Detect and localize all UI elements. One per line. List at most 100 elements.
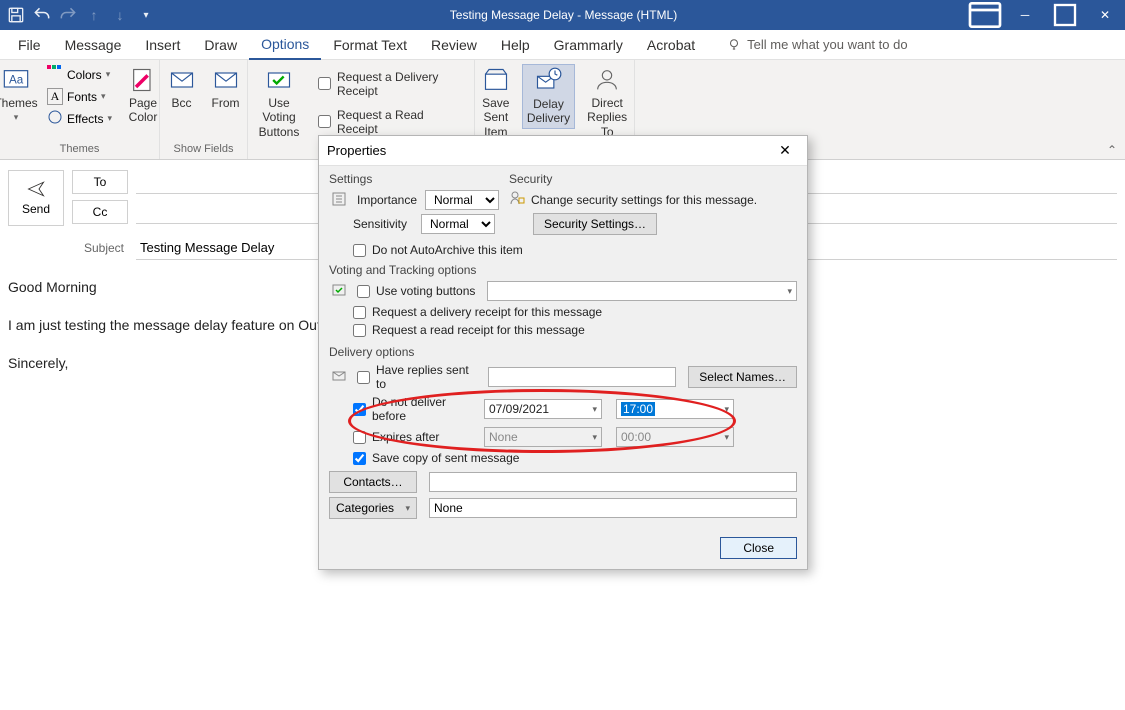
deliver-time-select[interactable]: 17:00▾: [616, 399, 734, 419]
contacts-input[interactable]: [429, 472, 797, 492]
contacts-button[interactable]: Contacts…: [329, 471, 417, 493]
to-button[interactable]: To: [72, 170, 128, 194]
req-delivery-checkbox[interactable]: [353, 306, 366, 319]
delivery-receipt-label: Request a Delivery Receipt: [337, 70, 466, 98]
security-icon: [509, 190, 525, 209]
read-receipt-checkbox[interactable]: Request a Read Receipt: [318, 106, 466, 138]
close-button[interactable]: ✕: [1085, 0, 1125, 30]
from-button[interactable]: From: [208, 64, 244, 112]
effects-icon: [47, 109, 63, 128]
voting-buttons-select[interactable]: ▾: [487, 281, 797, 301]
read-receipt-label: Request a Read Receipt: [337, 108, 466, 136]
ribbon-mode-icon[interactable]: [965, 0, 1005, 30]
delay-delivery-label: Delay Delivery: [527, 97, 570, 126]
send-label: Send: [22, 202, 50, 216]
req-read-checkbox[interactable]: [353, 324, 366, 337]
properties-dialog: Properties ✕ Settings Importance Normal …: [318, 135, 808, 570]
close-dialog-button[interactable]: Close: [720, 537, 797, 559]
dialog-close-button[interactable]: ✕: [771, 140, 799, 162]
save-copy-checkbox[interactable]: [353, 452, 366, 465]
collapse-ribbon-icon[interactable]: ⌃: [1107, 143, 1117, 157]
categories-label: Categories: [336, 501, 394, 515]
maximize-button[interactable]: [1045, 0, 1085, 30]
do-not-deliver-checkbox[interactable]: [353, 403, 366, 416]
cc-button[interactable]: Cc: [72, 200, 128, 224]
colors-dropdown[interactable]: Colors ▾: [45, 64, 114, 85]
tab-file[interactable]: File: [6, 30, 53, 60]
select-names-button[interactable]: Select Names…: [688, 366, 797, 388]
tab-message[interactable]: Message: [53, 30, 134, 60]
minimize-button[interactable]: ─: [1005, 0, 1045, 30]
tab-acrobat[interactable]: Acrobat: [635, 30, 707, 60]
svg-text:Aa: Aa: [9, 74, 24, 87]
use-voting-button[interactable]: Use Voting Buttons: [255, 64, 304, 141]
settings-icon: [331, 191, 347, 210]
expires-time-value: 00:00: [621, 430, 651, 444]
tab-grammarly[interactable]: Grammarly: [542, 30, 635, 60]
save-icon[interactable]: [6, 5, 26, 25]
bcc-label: Bcc: [171, 96, 191, 110]
direct-replies-label: Direct Replies To: [587, 96, 627, 139]
tab-draw[interactable]: Draw: [192, 30, 249, 60]
fonts-label: Fonts: [67, 90, 97, 104]
delivery-header: Delivery options: [329, 345, 797, 359]
direct-replies-button[interactable]: Direct Replies To: [583, 64, 631, 141]
expires-date-value: None: [489, 430, 518, 444]
autoarchive-checkbox[interactable]: [353, 244, 366, 257]
tab-format-text[interactable]: Format Text: [321, 30, 419, 60]
up-arrow-icon: ↑: [84, 5, 104, 25]
security-settings-button[interactable]: Security Settings…: [533, 213, 657, 235]
colors-label: Colors: [67, 68, 102, 82]
tab-review[interactable]: Review: [419, 30, 489, 60]
tab-options[interactable]: Options: [249, 30, 321, 60]
deliver-date-value: 07/09/2021: [489, 402, 549, 416]
themes-group-label: Themes: [60, 141, 100, 157]
settings-header: Settings: [329, 172, 499, 186]
sensitivity-select[interactable]: Normal: [421, 214, 495, 234]
save-sent-icon: [482, 66, 510, 94]
voting-options-icon: [331, 282, 347, 301]
sensitivity-label: Sensitivity: [353, 217, 415, 231]
have-replies-input[interactable]: [488, 367, 676, 387]
tab-help[interactable]: Help: [489, 30, 542, 60]
categories-button[interactable]: Categories▾: [329, 497, 417, 519]
direct-replies-icon: [593, 66, 621, 94]
colors-icon: [47, 65, 63, 84]
expires-label: Expires after: [372, 430, 478, 444]
themes-button[interactable]: Aa Themes ▾: [0, 64, 37, 125]
from-label: From: [212, 96, 240, 110]
qat-customize-icon[interactable]: ▾: [136, 5, 156, 25]
page-color-button[interactable]: Page Color: [122, 64, 164, 127]
voting-header: Voting and Tracking options: [329, 263, 797, 277]
send-icon: [25, 180, 47, 198]
use-voting-label: Use voting buttons: [376, 284, 475, 298]
expires-date-select: None▾: [484, 427, 602, 447]
dialog-title: Properties: [327, 143, 386, 158]
undo-icon[interactable]: [32, 5, 52, 25]
delay-delivery-button[interactable]: Delay Delivery: [522, 64, 575, 129]
have-replies-label: Have replies sent to: [376, 363, 482, 391]
importance-select[interactable]: Normal: [425, 190, 499, 210]
tell-me[interactable]: Tell me what you want to do: [727, 37, 907, 52]
bcc-button[interactable]: Bcc: [164, 64, 200, 112]
autoarchive-label: Do not AutoArchive this item: [372, 243, 523, 257]
delivery-options-icon: [331, 368, 347, 387]
do-not-deliver-label: Do not deliver before: [372, 395, 478, 423]
empty-label: [277, 141, 280, 157]
security-text: Change security settings for this messag…: [531, 193, 757, 207]
send-button[interactable]: Send: [8, 170, 64, 226]
have-replies-checkbox[interactable]: [357, 371, 370, 384]
expires-checkbox[interactable]: [353, 431, 366, 444]
fonts-dropdown[interactable]: AFonts ▾: [45, 87, 114, 106]
use-voting-checkbox[interactable]: [357, 285, 370, 298]
tab-insert[interactable]: Insert: [133, 30, 192, 60]
subject-label: Subject: [72, 241, 128, 255]
deliver-date-select[interactable]: 07/09/2021▾: [484, 399, 602, 419]
effects-dropdown[interactable]: Effects ▾: [45, 108, 114, 129]
delivery-receipt-checkbox[interactable]: Request a Delivery Receipt: [318, 68, 466, 100]
fonts-icon: A: [47, 88, 63, 105]
redo-icon: [58, 5, 78, 25]
categories-input[interactable]: [429, 498, 797, 518]
quick-access-toolbar: ↑ ↓ ▾: [0, 5, 162, 25]
themes-icon: Aa: [2, 66, 30, 94]
